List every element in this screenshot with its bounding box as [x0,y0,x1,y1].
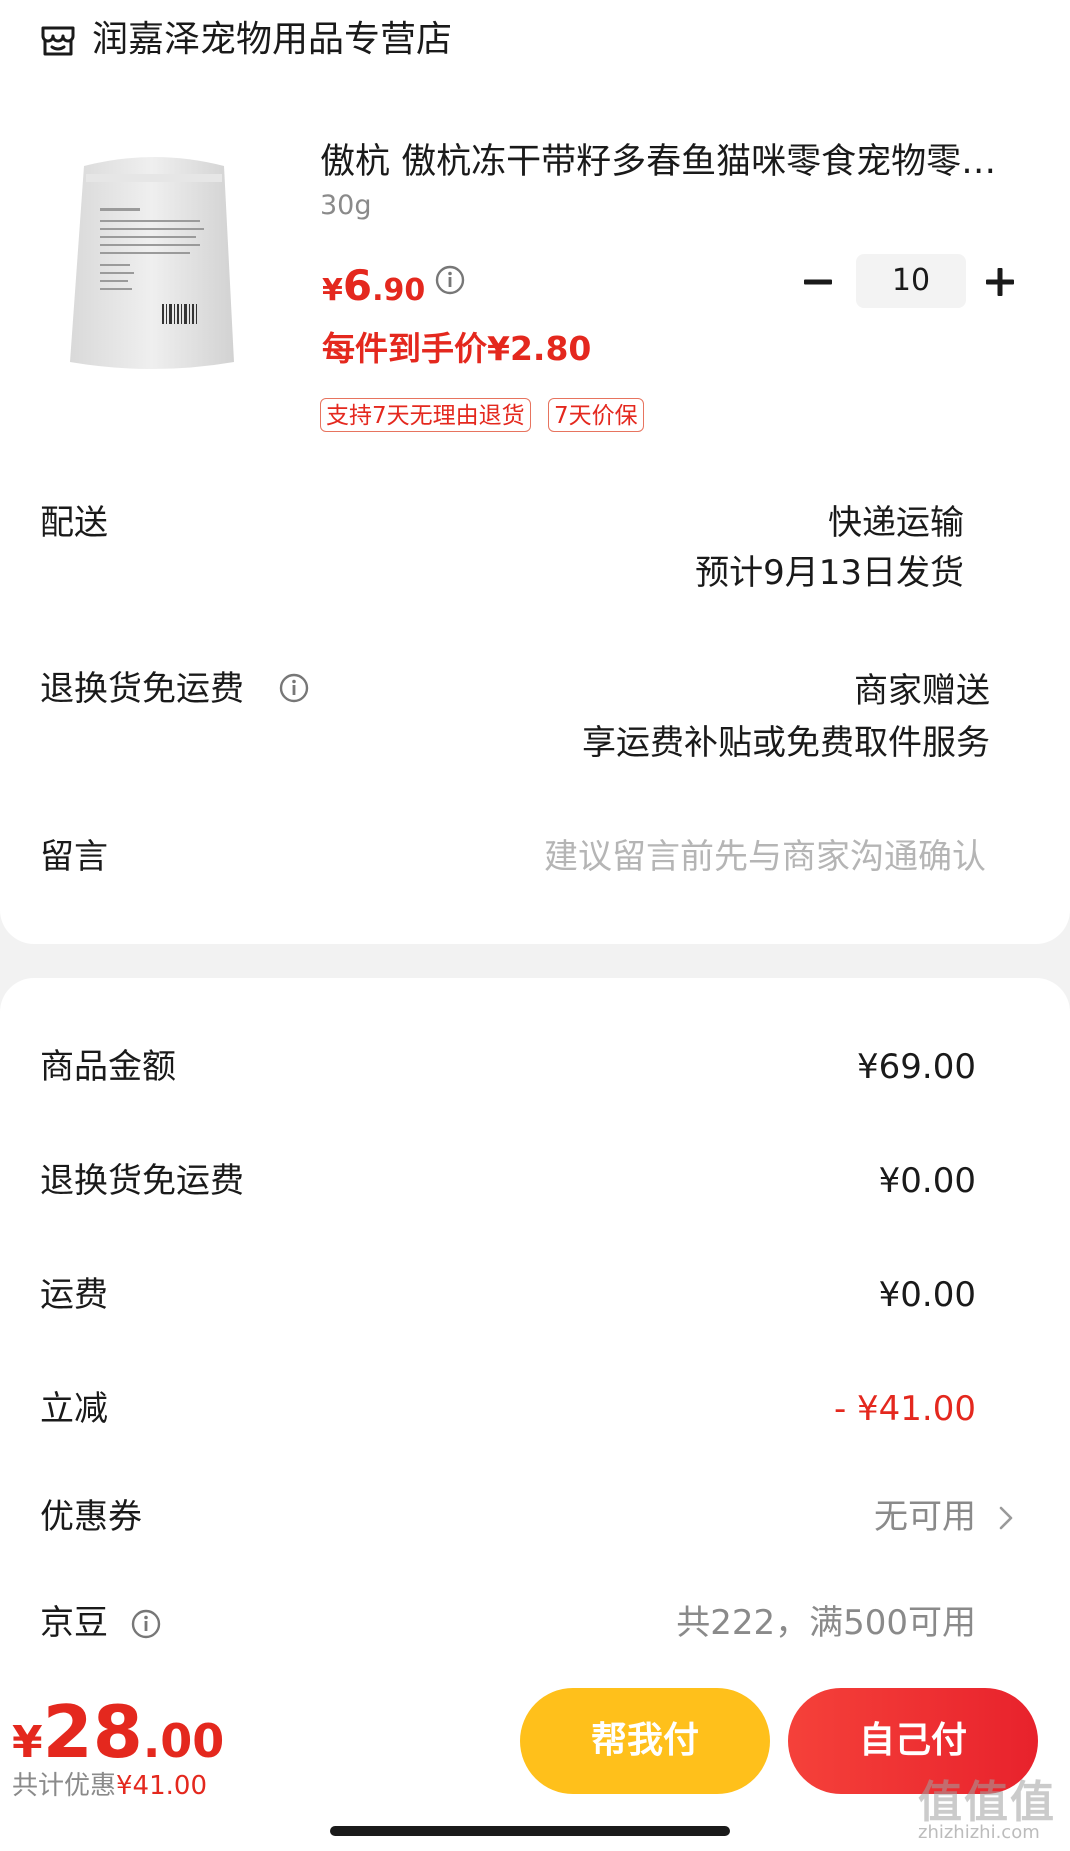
watermark: 值值值 [918,1777,1056,1828]
coupon-value[interactable]: 无可用 [874,1494,976,1540]
goods-amount-label: 商品金额 [40,1047,176,1087]
delivery-label: 配送 [40,503,108,543]
total-currency: ¥ [12,1717,43,1768]
coupon-label: 优惠券 [40,1497,142,1537]
total-integer: 28 [42,1690,143,1774]
product-title[interactable]: 傲杭 傲杭冻干带籽多春鱼猫咪零食宠物零… [320,138,1020,186]
tag-price-protect: 7天价保 [548,398,644,432]
delivery-eta[interactable]: 预计9月13日发货 [695,550,964,596]
store-icon [41,26,75,56]
price-decimal: .90 [372,273,426,308]
home-indicator[interactable] [330,1826,730,1836]
price-currency: ¥ [322,273,343,308]
total-saved: 共计优惠¥41.00 [12,1768,207,1804]
return-fee-value: ¥0.00 [878,1161,976,1201]
saved-value: ¥41.00 [116,1771,207,1801]
saved-label: 共计优惠 [12,1771,117,1801]
delivery-method[interactable]: 快递运输 [828,500,964,546]
goods-amount-value: ¥69.00 [857,1047,976,1087]
chevron-right-icon[interactable] [994,1502,1018,1534]
tag-7day-return: 支持7天无理由退货 [320,398,531,432]
return-fee-label: 退换货免运费 [40,1161,244,1201]
help-pay-button[interactable]: 帮我付 [520,1688,770,1794]
product-price: ¥6.90 [322,258,425,323]
watermark-url: zhizhizhi.com [918,1822,1040,1843]
product-image[interactable] [70,148,238,382]
price-integer: 6 [342,261,373,310]
discount-label: 立减 [40,1389,108,1429]
store-name[interactable]: 润嘉泽宠物用品专营店 [92,16,452,64]
quantity-decrease-button[interactable] [798,262,838,302]
return-free-gift[interactable]: 商家赠送 [854,668,990,714]
product-spec[interactable]: 30g [320,188,372,224]
return-free-info-icon[interactable] [278,672,310,704]
quantity-increase-button[interactable] [980,262,1020,302]
shipping-label: 运费 [40,1275,108,1315]
shipping-value: ¥0.00 [878,1275,976,1315]
discount-value: - ¥41.00 [833,1389,976,1429]
return-free-label: 退换货免运费 [40,669,244,709]
jingdou-info-icon[interactable] [130,1608,162,1640]
jingdou-value[interactable]: 共222，满500可用 [676,1600,976,1646]
message-input[interactable]: 建议留言前先与商家沟通确认 [544,834,986,880]
per-unit-price: 每件到手价¥2.80 [322,329,592,368]
return-free-desc[interactable]: 享运费补贴或免费取件服务 [582,720,990,766]
price-info-icon[interactable] [434,264,466,296]
jingdou-label: 京豆 [40,1603,108,1643]
total-decimal: .00 [142,1714,225,1768]
message-label: 留言 [40,837,108,877]
quantity-input[interactable]: 10 [856,254,966,308]
